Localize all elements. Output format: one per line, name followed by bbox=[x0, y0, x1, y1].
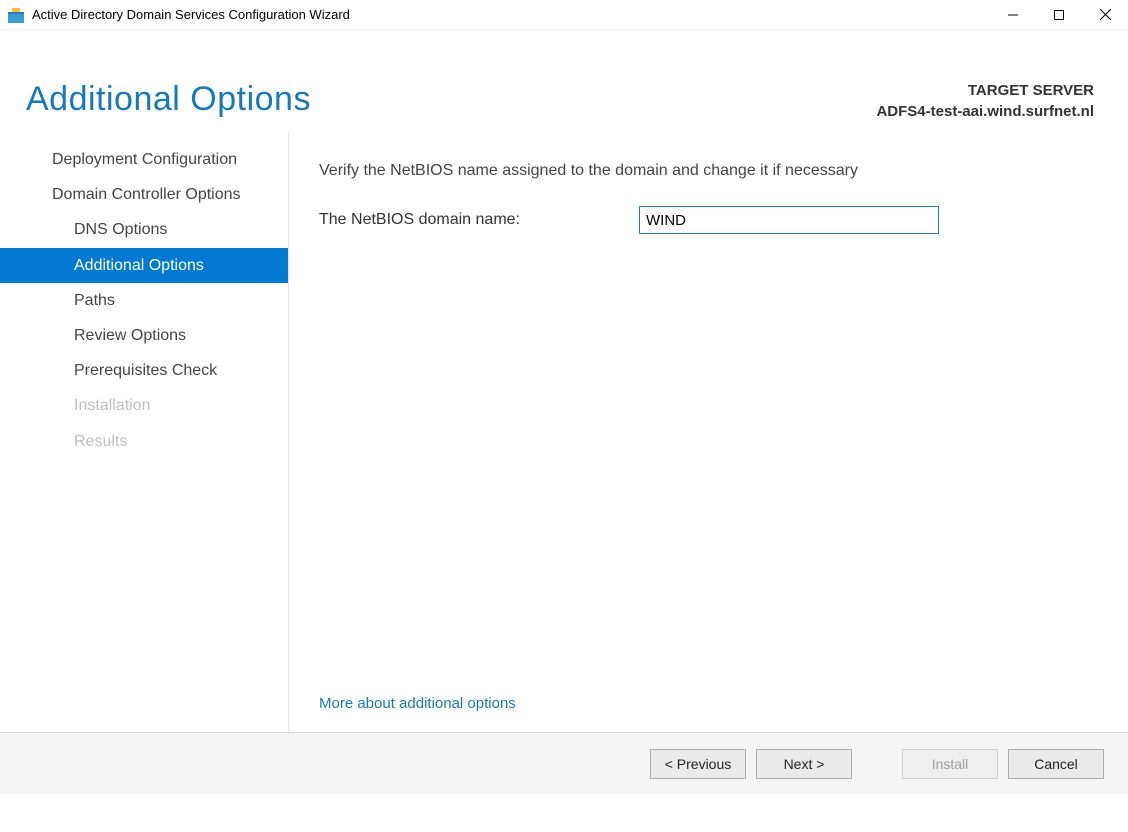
install-button: Install bbox=[902, 749, 998, 779]
wizard-steps-sidebar: Deployment ConfigurationDomain Controlle… bbox=[0, 132, 288, 732]
cancel-button[interactable]: Cancel bbox=[1008, 749, 1104, 779]
target-server-value: ADFS4-test-aai.wind.surfnet.nl bbox=[876, 101, 1094, 122]
wizard-content: Verify the NetBIOS name assigned to the … bbox=[288, 132, 1128, 732]
instruction-text: Verify the NetBIOS name assigned to the … bbox=[319, 162, 1098, 180]
next-button[interactable]: Next > bbox=[756, 749, 852, 779]
app-icon bbox=[8, 7, 24, 23]
sidebar-item-installation: Installation bbox=[0, 388, 288, 423]
sidebar-item-prerequisites-check[interactable]: Prerequisites Check bbox=[0, 353, 288, 388]
close-button[interactable] bbox=[1082, 0, 1128, 30]
header: Additional Options TARGET SERVER ADFS4-t… bbox=[0, 30, 1128, 132]
sidebar-item-domain-controller-options[interactable]: Domain Controller Options bbox=[0, 177, 288, 212]
maximize-button[interactable] bbox=[1036, 0, 1082, 30]
sidebar-item-paths[interactable]: Paths bbox=[0, 283, 288, 318]
page-title: Additional Options bbox=[26, 80, 311, 119]
sidebar-item-review-options[interactable]: Review Options bbox=[0, 318, 288, 353]
minimize-button[interactable] bbox=[990, 0, 1036, 30]
sidebar-item-deployment-configuration[interactable]: Deployment Configuration bbox=[0, 142, 288, 177]
sidebar-item-dns-options[interactable]: DNS Options bbox=[0, 212, 288, 247]
sidebar-item-additional-options[interactable]: Additional Options bbox=[0, 248, 288, 283]
more-about-link[interactable]: More about additional options bbox=[319, 695, 516, 712]
window-title: Active Directory Domain Services Configu… bbox=[32, 7, 990, 22]
previous-button[interactable]: < Previous bbox=[650, 749, 746, 779]
titlebar: Active Directory Domain Services Configu… bbox=[0, 0, 1128, 30]
target-server-label: TARGET SERVER bbox=[876, 80, 1094, 101]
netbios-label: The NetBIOS domain name: bbox=[319, 211, 639, 229]
sidebar-item-results: Results bbox=[0, 424, 288, 459]
target-server-block: TARGET SERVER ADFS4-test-aai.wind.surfne… bbox=[876, 80, 1094, 122]
netbios-input[interactable] bbox=[639, 206, 939, 234]
netbios-row: The NetBIOS domain name: bbox=[319, 206, 1098, 234]
wizard-footer: < Previous Next > Install Cancel bbox=[0, 732, 1128, 794]
wizard-body: Deployment ConfigurationDomain Controlle… bbox=[0, 132, 1128, 732]
